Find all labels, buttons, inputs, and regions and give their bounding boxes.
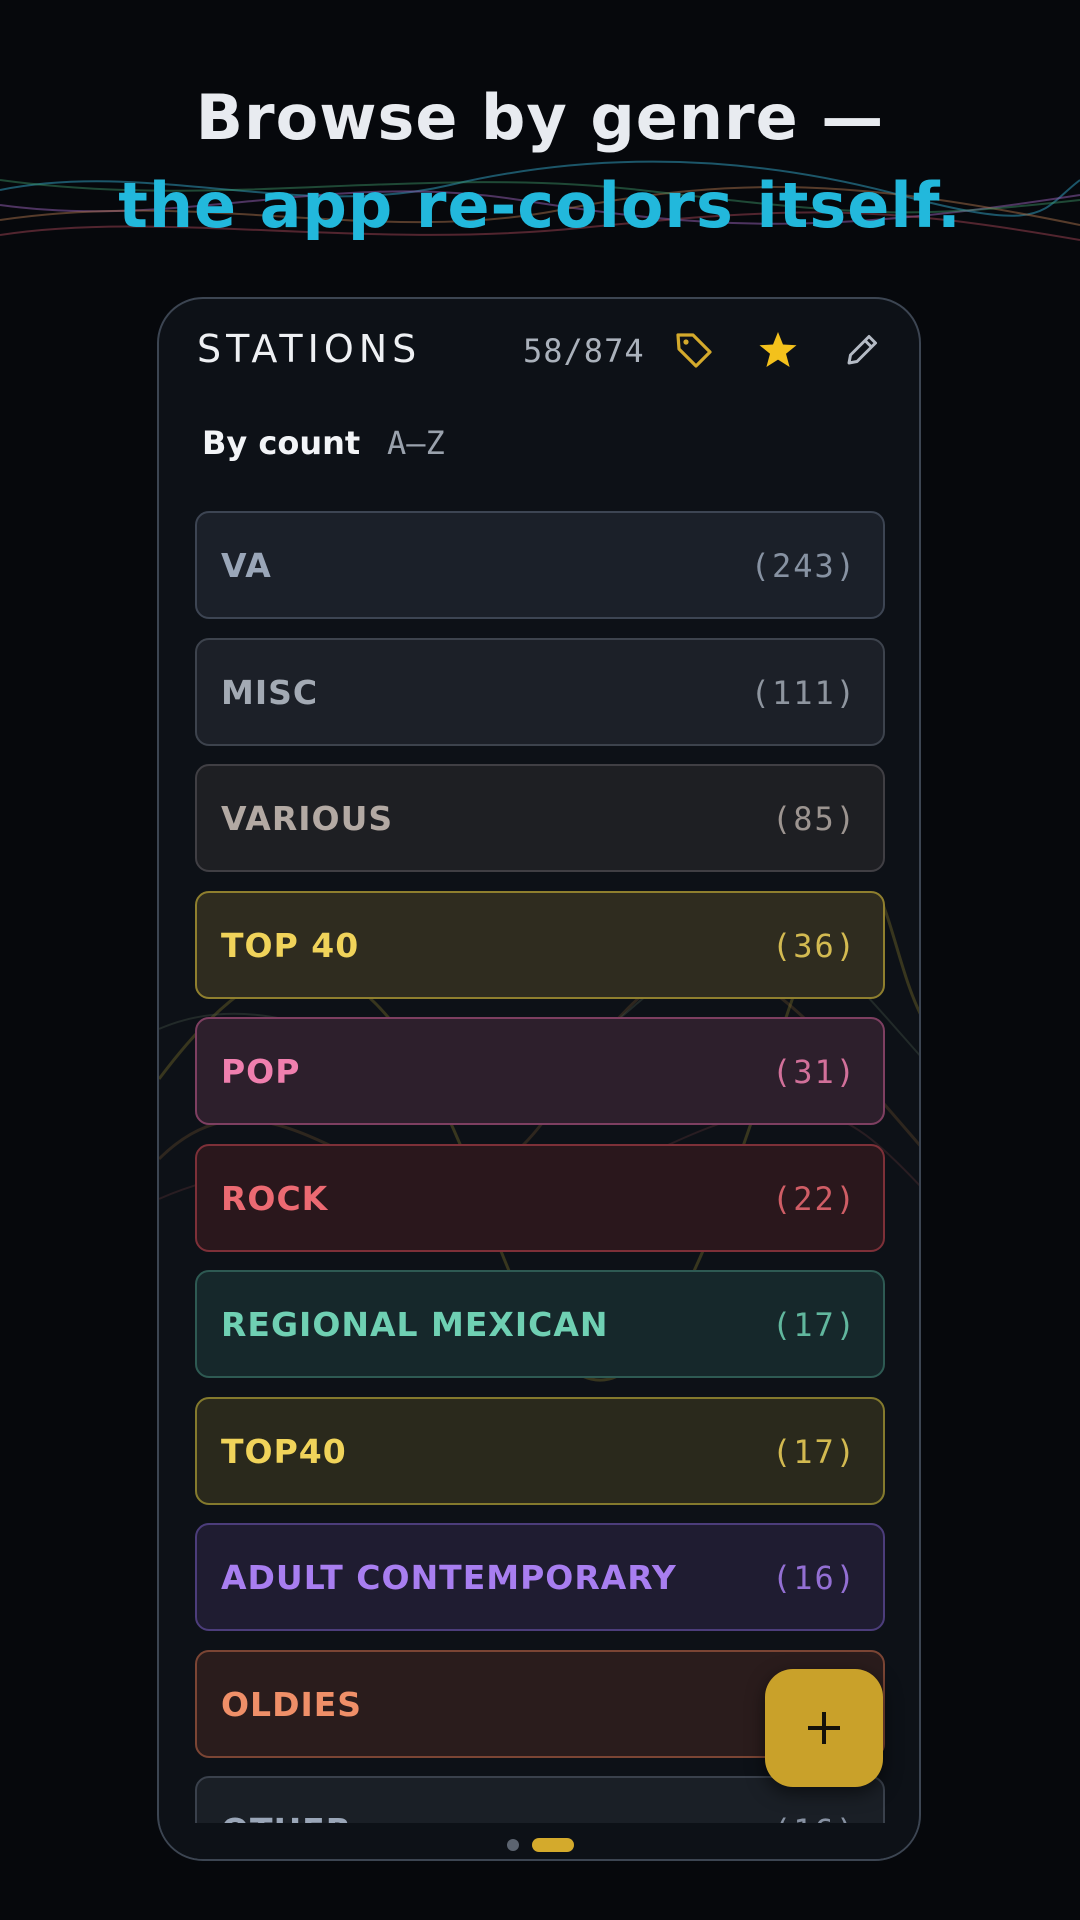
station-count: 58/874 — [523, 332, 645, 370]
pencil-icon[interactable] — [841, 329, 883, 371]
genre-chip[interactable]: ROCK (22) — [195, 1143, 885, 1252]
genre-name: VA — [221, 546, 272, 585]
genre-name: ROCK — [221, 1178, 329, 1218]
sort-tabs: By count A–Z — [202, 424, 702, 474]
genre-chip[interactable]: MISC (111) — [195, 637, 885, 746]
headline-line-2: the app re-colors itself. — [118, 169, 962, 242]
genre-name: MISC — [221, 672, 319, 712]
genre-count: (36) — [771, 926, 857, 965]
page-dot[interactable] — [507, 1839, 519, 1851]
genre-chip[interactable]: TOP40 (17) — [195, 1396, 885, 1505]
page-dot-active[interactable] — [532, 1838, 574, 1852]
genre-name: TOP40 — [221, 1431, 347, 1471]
genre-name: REGIONAL MEXICAN — [221, 1305, 609, 1344]
genre-count: (17) — [771, 1432, 857, 1471]
genre-count: (111) — [750, 673, 857, 712]
top-bar: STATIONS 58/874 — [159, 299, 919, 399]
genre-count: (16) — [771, 1559, 857, 1597]
page-indicator — [159, 1835, 919, 1855]
phone-frame: STATIONS 58/874 By count A–Z VA (243) MI… — [157, 297, 921, 1861]
genre-name: OLDIES — [221, 1684, 363, 1724]
genre-chip[interactable]: ADULT CONTEMPORARY (16) — [195, 1523, 885, 1631]
genre-chip[interactable]: POP (31) — [195, 1017, 885, 1125]
genre-count: (31) — [771, 1053, 857, 1091]
genre-chip[interactable]: TOP 40 (36) — [195, 890, 885, 999]
genre-count: (85) — [771, 800, 857, 838]
genre-count: (22) — [771, 1179, 857, 1218]
sort-by-count-tab[interactable]: By count — [202, 424, 360, 462]
genre-count: (17) — [771, 1306, 857, 1344]
headline: Browse by genre — the app re-colors itse… — [0, 78, 1080, 246]
tag-icon[interactable] — [673, 329, 715, 371]
star-icon[interactable] — [757, 329, 799, 371]
genre-name: POP — [221, 1052, 301, 1091]
genre-name: TOP 40 — [221, 925, 360, 965]
page: Browse by genre — the app re-colors itse… — [0, 0, 1080, 1920]
sort-a-z-tab[interactable]: A–Z — [387, 424, 445, 462]
genre-chip[interactable]: REGIONAL MEXICAN (17) — [195, 1270, 885, 1378]
genre-name: ADULT CONTEMPORARY — [221, 1558, 677, 1597]
genre-name: VARIOUS — [221, 799, 394, 838]
screen-title: STATIONS — [197, 327, 422, 371]
genre-count: (243) — [750, 547, 857, 585]
genre-chip[interactable]: VARIOUS (85) — [195, 764, 885, 872]
add-button[interactable] — [765, 1669, 883, 1787]
headline-line-1: Browse by genre — — [195, 81, 885, 154]
genre-chip[interactable]: VA (243) — [195, 511, 885, 619]
